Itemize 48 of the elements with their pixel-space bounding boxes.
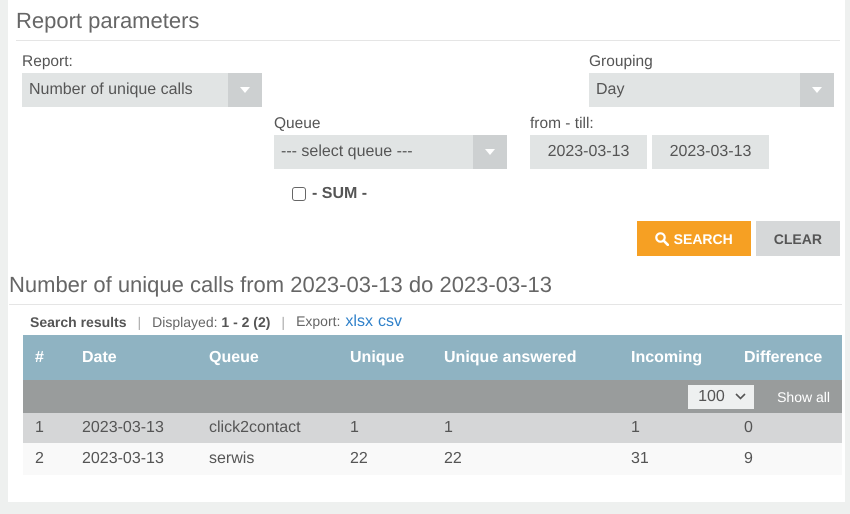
- checkbox[interactable]: [292, 187, 306, 201]
- column-header: Unique answered: [432, 335, 619, 380]
- separator: |: [138, 314, 142, 330]
- separator: |: [281, 314, 286, 330]
- table-cell: 22: [432, 443, 619, 475]
- date-field[interactable]: 2023-03-13: [652, 135, 769, 169]
- table-cell: 2023-03-13: [70, 413, 197, 443]
- table-cell: serwis: [197, 443, 338, 475]
- column-header: #: [23, 335, 70, 380]
- export-label: Export:: [296, 313, 340, 329]
- section-title: Report parameters: [16, 8, 200, 35]
- dropdown-arrow-icon: [240, 87, 250, 93]
- table-cell: 1: [432, 413, 619, 443]
- column-header: Queue: [197, 335, 338, 380]
- column-header: Difference: [732, 335, 842, 380]
- clear-button[interactable]: CLEAR: [756, 221, 840, 256]
- table-cell: click2contact: [197, 413, 338, 443]
- date-field[interactable]: 2023-03-13: [530, 135, 647, 169]
- table-cell: 2023-03-13: [70, 443, 197, 475]
- table-cell: 0: [732, 413, 842, 443]
- table-cell: 1: [338, 413, 432, 443]
- table-cell: 22: [338, 443, 432, 475]
- dropdown[interactable]: Number of unique calls: [22, 73, 262, 107]
- results-label: Search results: [30, 314, 126, 330]
- chevron-down-icon: [735, 393, 746, 400]
- field-label: Queue: [274, 115, 321, 133]
- dropdown[interactable]: Day: [589, 73, 834, 107]
- column-header: Unique: [338, 335, 432, 380]
- field-label: from - till:: [530, 115, 594, 133]
- search-icon: [654, 232, 669, 246]
- dropdown[interactable]: --- select queue ---: [274, 135, 507, 169]
- results-title: Number of unique calls from 2023-03-13 do 2023-03-13: [9, 272, 552, 299]
- checkbox-label: - SUM -: [312, 185, 368, 203]
- table-cell: 31: [619, 443, 732, 475]
- displayed-count: Displayed: 1 - 2 (2): [152, 314, 270, 330]
- column-header: Incoming: [619, 335, 732, 380]
- table-cell: 1: [23, 413, 70, 443]
- export-link[interactable]: xlsx: [345, 313, 373, 331]
- dropdown-arrow-icon: [812, 87, 822, 93]
- dropdown-arrow-icon: [485, 149, 495, 155]
- table-cell: 9: [732, 443, 842, 475]
- column-header: Date: [70, 335, 197, 380]
- table-cell: 1: [619, 413, 732, 443]
- page-size-select[interactable]: 100: [688, 384, 754, 408]
- table-cell: 2: [23, 443, 70, 475]
- field-label: Grouping: [589, 53, 653, 71]
- field-label: Report:: [22, 53, 73, 71]
- export-link[interactable]: csv: [378, 313, 402, 331]
